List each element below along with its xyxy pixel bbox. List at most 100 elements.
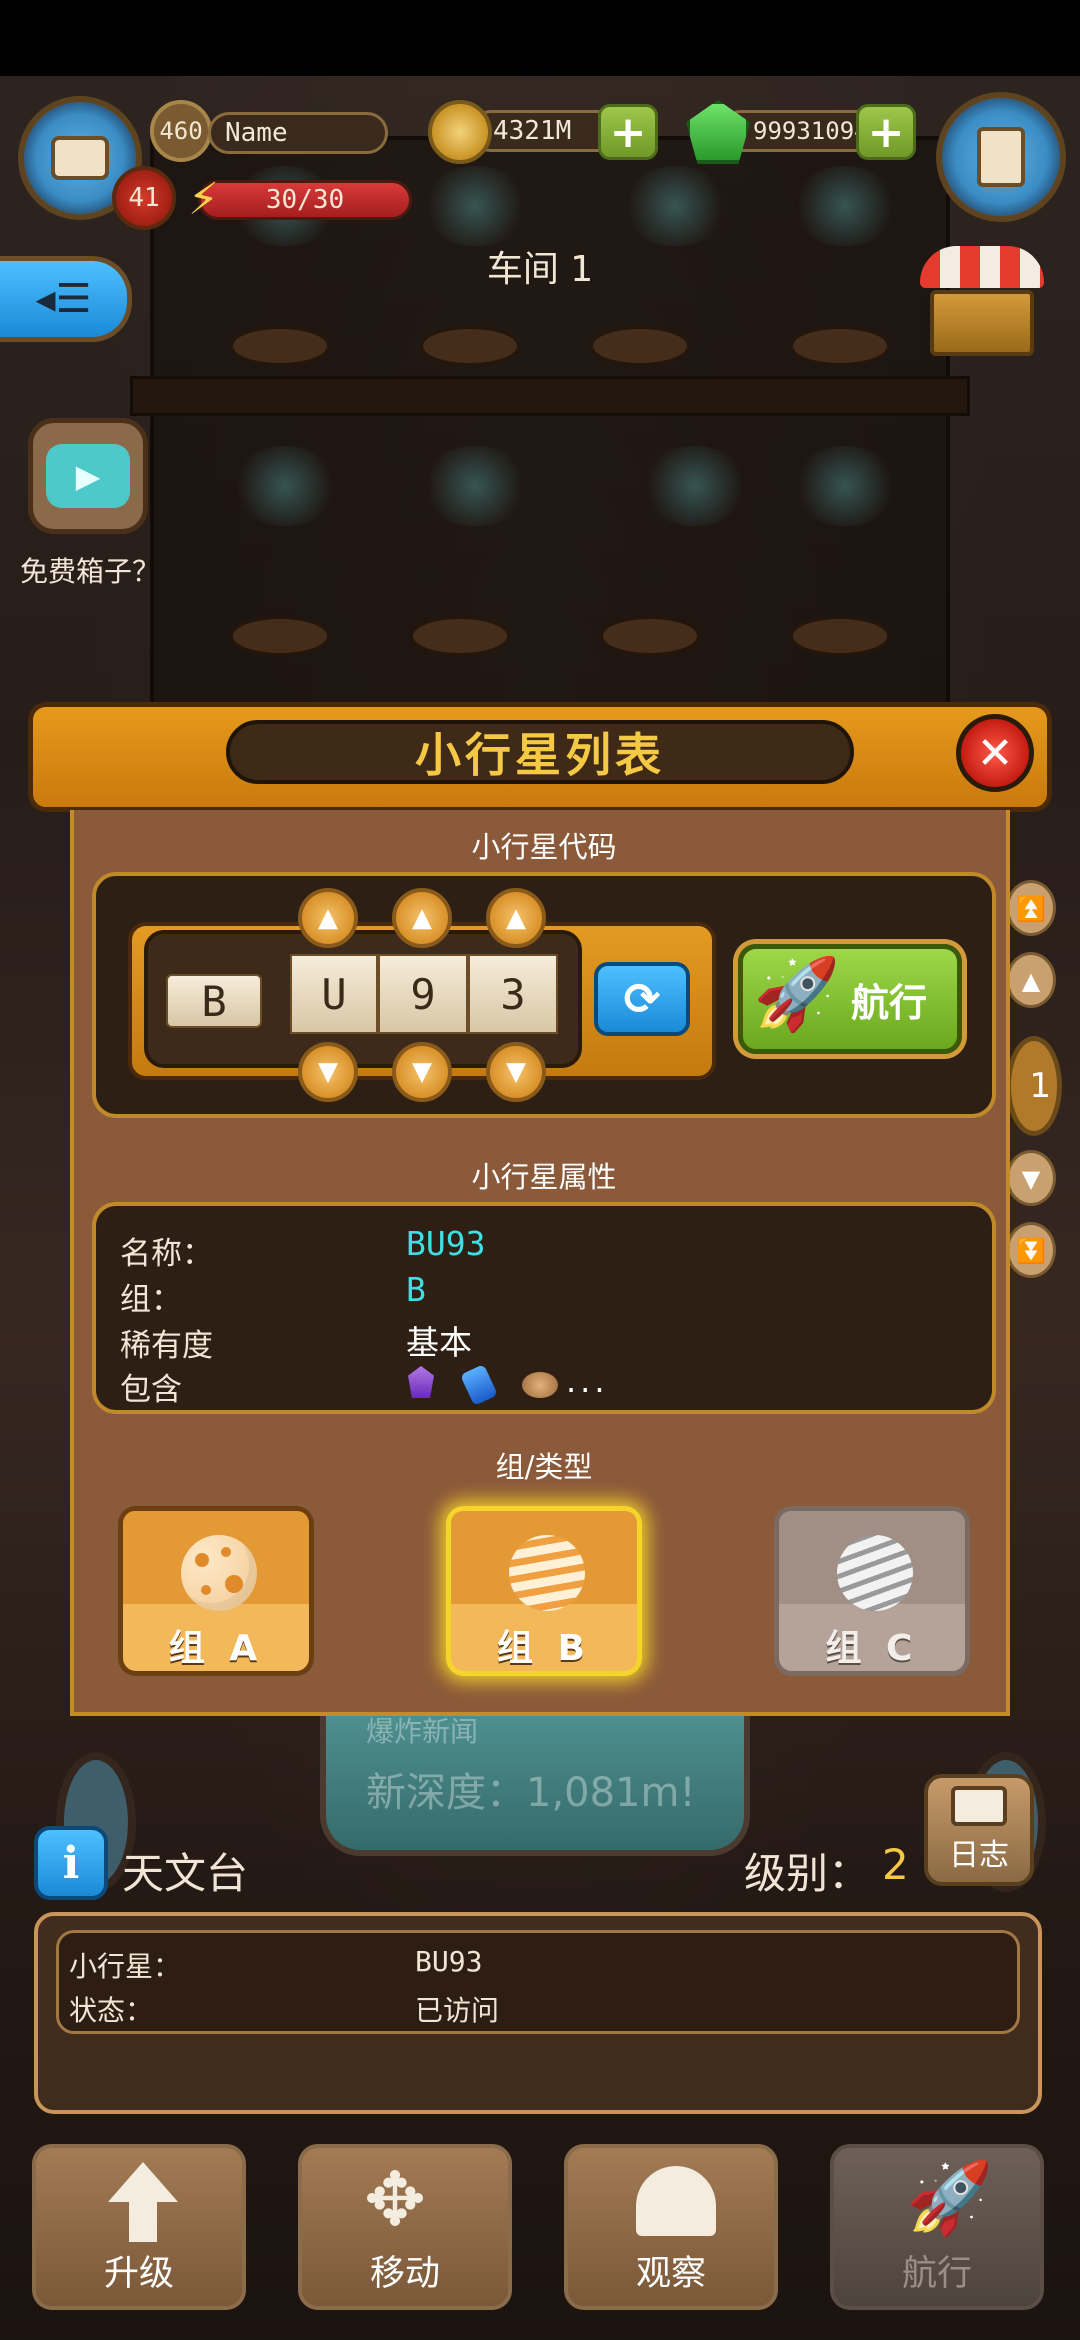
code-digit-2: 9: [378, 954, 468, 1034]
props-section-label: 小行星属性: [471, 1160, 617, 1194]
asteroid-list-dialog: 小行星代码 B U 9 3 ▲ ▲ ▲ ▼ ▼ ▼ ⟳ 🚀 航行 小行星属性 名…: [70, 810, 1010, 1716]
side-level-number: 1: [1006, 1036, 1062, 1136]
tv-icon: ▶: [28, 418, 148, 534]
info-icon: i: [62, 1837, 80, 1889]
log-icon: [951, 1786, 1007, 1826]
level-label: 级别：: [744, 1849, 871, 1898]
arrow-up-icon: ▲: [506, 903, 526, 933]
menu-button[interactable]: ◂☰: [0, 256, 132, 342]
group-b-label: 组 B: [497, 1628, 591, 1669]
coin-icon: [428, 100, 492, 164]
free-box-label: 免费箱子？: [20, 555, 161, 588]
randomize-code-button[interactable]: ⟳: [594, 962, 690, 1036]
arrow-up-icon: [108, 2162, 178, 2242]
code-group-letter: B: [201, 976, 227, 1026]
tasks-button[interactable]: [936, 92, 1066, 222]
code-section-label: 小行星代码: [471, 830, 617, 864]
refresh-icon: ⟳: [623, 973, 661, 1025]
player-name-pill[interactable]: Name: [208, 112, 388, 154]
arrow-down-icon: ▼: [506, 1057, 526, 1087]
digit-2-down-button[interactable]: ▼: [392, 1042, 452, 1102]
dialog-title-plate: 小行星列表: [226, 720, 854, 784]
shop-awning-icon: [920, 246, 1044, 288]
observe-button[interactable]: 观察: [564, 2144, 778, 2310]
log-button[interactable]: 日志: [924, 1774, 1034, 1886]
arrow-down-icon: ▼: [318, 1057, 338, 1087]
group-c-card[interactable]: 组 C: [774, 1506, 970, 1676]
news-screen: 爆炸新闻 新深度：1,081m!: [320, 1715, 750, 1856]
prop-group-value: B: [406, 1270, 426, 1309]
prop-rarity-key: 稀有度: [120, 1328, 213, 1364]
observe-label: 观察: [635, 2254, 706, 2294]
back-menu-icon: ◂☰: [35, 276, 92, 322]
player-level: 460: [159, 117, 203, 145]
group-a-card[interactable]: 组 A: [118, 1506, 314, 1676]
status-key: 状态：: [69, 1994, 154, 2027]
sail-label: 航行: [850, 980, 927, 1025]
energy-bar: 30/30: [198, 180, 412, 220]
coins-value: 4321M: [493, 116, 572, 146]
add-coins-button[interactable]: +: [598, 104, 658, 160]
sail-nav-label: 航行: [901, 2254, 972, 2294]
scroll-up-button[interactable]: ▲: [1006, 952, 1056, 1008]
treasure-chest-icon: [930, 290, 1034, 356]
player-level-badge: 460: [150, 100, 212, 162]
close-button[interactable]: ✕: [956, 714, 1034, 792]
close-icon: ✕: [976, 727, 1014, 779]
rocket-icon: 🚀: [906, 2157, 994, 2239]
digit-3-down-button[interactable]: ▼: [486, 1042, 546, 1102]
prop-name-key: 名称：: [120, 1236, 213, 1272]
asteroid-key: 小行星：: [69, 1950, 182, 1983]
observatory-info: 小行星： BU93 状态： 已访问: [56, 1930, 1020, 2034]
xp-level: 41: [128, 183, 160, 213]
sail-button[interactable]: 🚀 航行: [738, 944, 962, 1054]
free-box-button[interactable]: ▶: [28, 410, 148, 534]
digit-1-down-button[interactable]: ▼: [298, 1042, 358, 1102]
gray-planet-icon: [837, 1535, 913, 1611]
upgrade-button[interactable]: 升级: [32, 2144, 246, 2310]
arrow-down-icon: ▼: [412, 1057, 432, 1087]
status-bar: [0, 0, 1080, 76]
prop-contains-key: 包含: [120, 1372, 182, 1408]
code-digit-1: U: [290, 954, 378, 1034]
group-c-label: 组 C: [825, 1628, 919, 1669]
sail-nav-button[interactable]: 🚀 航行: [830, 2144, 1044, 2310]
group-b-card[interactable]: 组 B: [446, 1506, 642, 1676]
code-group-slot: B: [166, 974, 262, 1028]
prop-name-value: BU93: [406, 1224, 486, 1263]
group-section-label: 组/类型: [495, 1450, 593, 1484]
move-arrows-icon: ✥: [364, 2157, 427, 2243]
digit-2-up-button[interactable]: ▲: [392, 888, 452, 948]
energy-value: 30/30: [265, 185, 345, 215]
scroll-bottom-button[interactable]: ⏬: [1006, 1222, 1056, 1278]
contains-more: ...: [566, 1362, 609, 1400]
asteroid-value: BU93: [415, 1945, 483, 1978]
prop-group-key: 组：: [120, 1282, 182, 1318]
code-digit-1-value: U: [321, 969, 347, 1019]
move-button[interactable]: ✥ 移动: [298, 2144, 512, 2310]
info-button[interactable]: i: [34, 1826, 108, 1900]
clipboard-icon: [977, 127, 1025, 187]
arrow-up-icon: ▲: [318, 903, 338, 933]
workshop-title: 车间 1: [486, 249, 594, 290]
ore-icon: [522, 1372, 558, 1398]
arrow-up-icon: ▲: [412, 903, 432, 933]
prop-rarity-value: 基本: [406, 1323, 472, 1362]
status-value: 已访问: [415, 1994, 500, 2027]
digit-1-up-button[interactable]: ▲: [298, 888, 358, 948]
telescope-icon: [636, 2166, 716, 2236]
news-text: 新深度：1,081m!: [366, 1770, 696, 1816]
shop-button[interactable]: [920, 246, 1044, 358]
scroll-top-button[interactable]: ⏫: [1006, 880, 1056, 936]
move-label: 移动: [369, 2254, 440, 2294]
add-gems-button[interactable]: +: [856, 104, 916, 160]
xp-level-badge: 41: [112, 166, 176, 230]
code-digit-3: 3: [468, 954, 558, 1034]
player-name: Name: [225, 118, 288, 148]
lightning-icon: ⚡: [188, 174, 219, 225]
observatory-title: 天文台: [122, 1849, 249, 1898]
spotted-planet-icon: [181, 1535, 257, 1611]
digit-3-up-button[interactable]: ▲: [486, 888, 546, 948]
log-label: 日志: [949, 1838, 1009, 1873]
dialog-title: 小行星列表: [415, 728, 665, 782]
